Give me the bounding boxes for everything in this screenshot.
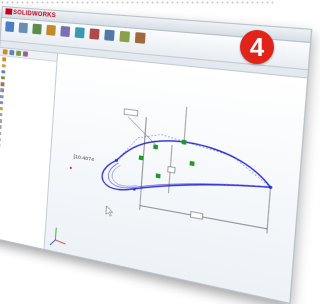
sketch-icon[interactable] [5, 21, 14, 32]
mirror-icon[interactable] [104, 30, 114, 41]
relation-marker[interactable] [190, 161, 195, 166]
feature-icon [0, 131, 1, 135]
origin-point [70, 167, 72, 169]
relation-marker[interactable] [182, 140, 187, 145]
dimension-box-mid[interactable] [168, 166, 175, 173]
triad-y-axis [55, 228, 56, 240]
app-brand-text: SOLIDWORKS [13, 10, 56, 19]
triad-x-axis [55, 240, 65, 244]
feature-icon [2, 64, 6, 68]
relation-marker[interactable] [156, 173, 161, 178]
app-logo: SOLIDWORKS [5, 8, 56, 19]
feature-icon [0, 88, 4, 92]
graphics-viewport[interactable]: [10.4074 [45, 54, 307, 303]
feature-icon [1, 76, 5, 80]
rectangle-icon[interactable] [46, 25, 56, 36]
feature-icon [1, 82, 5, 86]
angle-leader [127, 117, 158, 145]
triad-z-axis [50, 239, 55, 246]
feature-icon [0, 137, 1, 141]
screenshot-frame: SOLIDWORKS [0, 0, 273, 254]
dimension-box-bottom[interactable] [190, 212, 202, 220]
display-manager-icon[interactable] [23, 51, 28, 57]
relation-marker[interactable] [139, 155, 144, 160]
relation-marker[interactable] [153, 144, 158, 149]
feature-icon [0, 119, 2, 123]
trim-icon[interactable] [89, 28, 99, 39]
feature-tree-icon[interactable] [3, 49, 8, 54]
extension-line-left [140, 191, 141, 210]
dimension-label[interactable]: [10.4074 [73, 154, 94, 164]
feature-icon [0, 94, 4, 98]
logo-mark-icon [5, 8, 12, 15]
feature-icon [0, 125, 2, 129]
feature-icon [0, 101, 3, 105]
relations-icon[interactable] [135, 32, 146, 44]
vertical-dimension-line [141, 117, 146, 190]
line-icon[interactable] [32, 24, 42, 35]
spline-curve-inner[interactable] [108, 162, 266, 212]
configuration-icon[interactable] [16, 51, 21, 57]
feature-icon [0, 107, 3, 111]
extension-line-right [267, 187, 271, 233]
smart-dimension-icon[interactable] [19, 22, 28, 33]
top-leader [184, 107, 187, 145]
pattern-icon[interactable] [119, 31, 130, 43]
circle-icon[interactable] [60, 26, 70, 37]
mouse-cursor-icon [106, 206, 113, 217]
feature-icon [1, 70, 5, 74]
feature-icon [0, 113, 2, 117]
dimension-box-top[interactable] [124, 109, 138, 116]
sketch-canvas[interactable]: [10.4074 [45, 54, 309, 303]
horizontal-dimension-line [140, 206, 267, 229]
spline-curve[interactable] [101, 131, 273, 216]
feature-icon [2, 58, 6, 62]
property-manager-icon[interactable] [9, 50, 14, 55]
spline-curve-inner-2[interactable] [111, 164, 138, 188]
spline-icon[interactable] [75, 27, 85, 38]
step-number-badge: 4 [240, 30, 274, 64]
